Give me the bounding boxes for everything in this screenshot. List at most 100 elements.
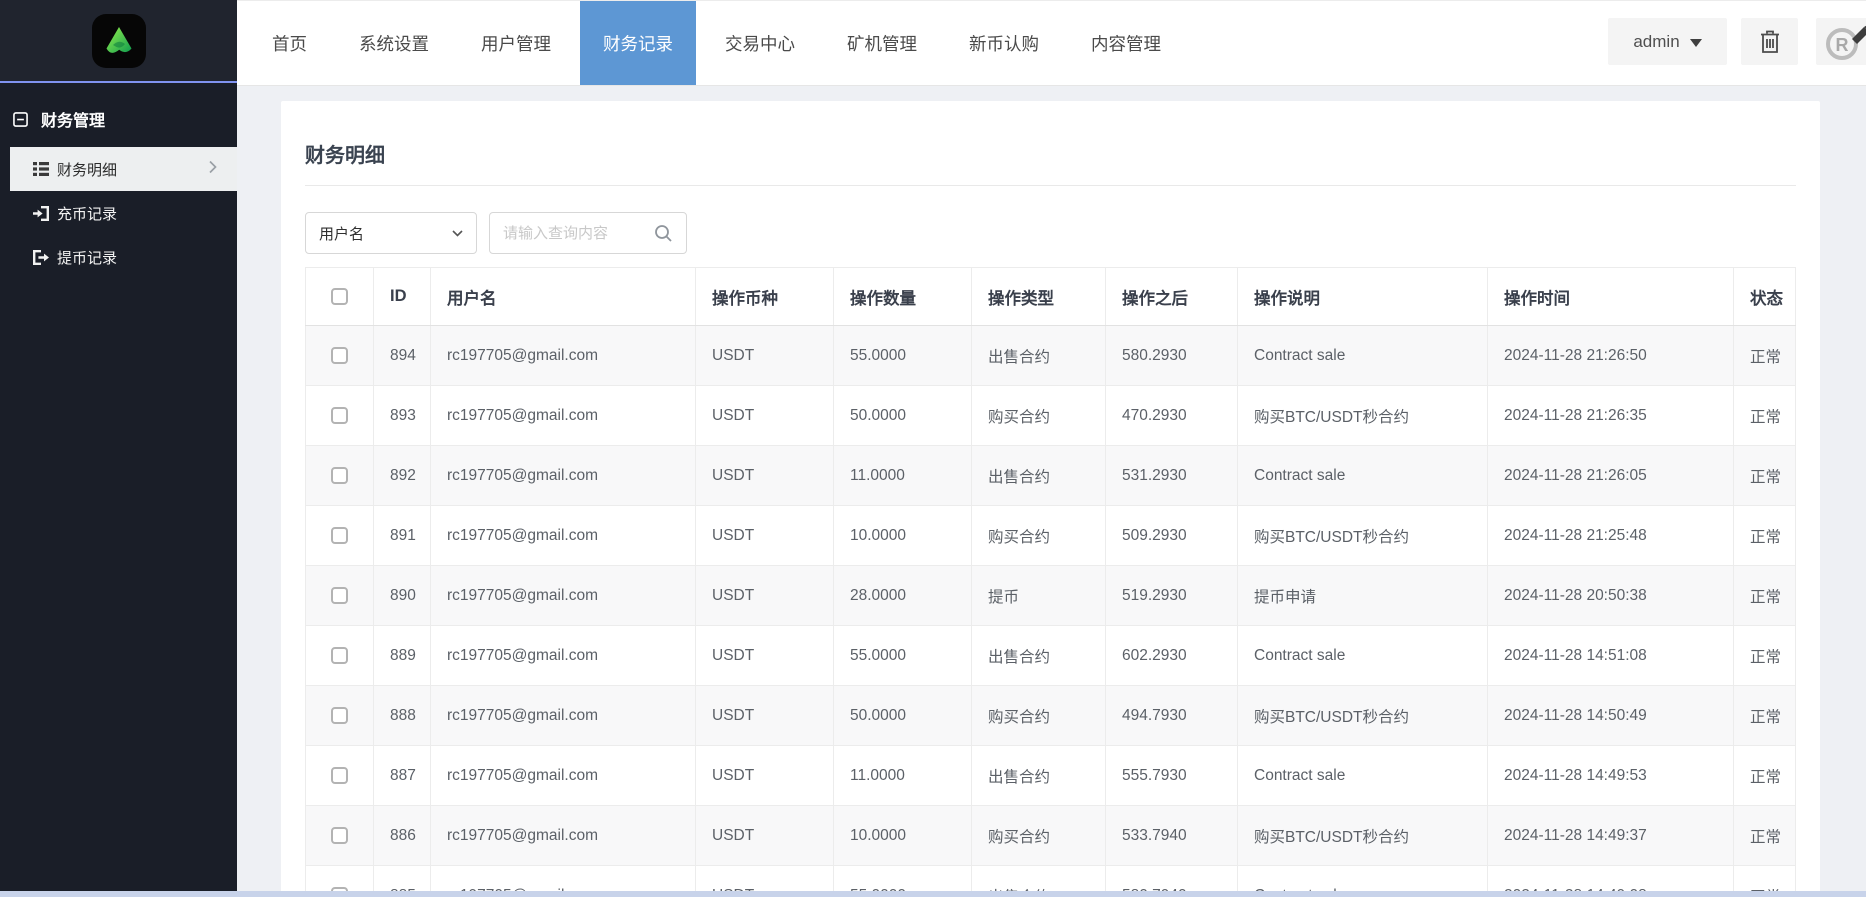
r-edit-button[interactable]: R	[1816, 18, 1866, 65]
row-checkbox[interactable]	[331, 647, 348, 664]
cell-note: Contract sale	[1238, 326, 1488, 386]
user-menu-button[interactable]: admin	[1608, 18, 1727, 65]
title-divider	[305, 185, 1796, 186]
collapse-minus-icon	[13, 112, 28, 127]
row-checkbox[interactable]	[331, 767, 348, 784]
row-checkbox[interactable]	[331, 407, 348, 424]
cell-coin: USDT	[696, 386, 834, 446]
cell-id: 893	[374, 386, 431, 446]
cell-coin: USDT	[696, 506, 834, 566]
chevron-down-icon	[452, 230, 463, 237]
logo-strip	[0, 0, 237, 83]
cell-type: 购买合约	[972, 386, 1106, 446]
table-header-row: ID用户名操作币种操作数量操作类型操作之后操作说明操作时间状态	[306, 268, 1796, 326]
cell-note: 购买BTC/USDT秒合约	[1238, 806, 1488, 866]
cell-coin: USDT	[696, 446, 834, 506]
cell-username: rc197705@gmail.com	[431, 806, 696, 866]
table-row: 891rc197705@gmail.comUSDT10.0000购买合约509.…	[306, 506, 1796, 566]
row-checkbox-cell	[306, 506, 374, 566]
cell-time: 2024-11-28 20:50:38	[1488, 566, 1734, 626]
sidebar-item-0[interactable]: 财务明细	[10, 147, 237, 191]
nav-tab-5[interactable]: 矿机管理	[824, 1, 940, 85]
table-row: 887rc197705@gmail.comUSDT11.0000出售合约555.…	[306, 746, 1796, 806]
row-checkbox[interactable]	[331, 707, 348, 724]
cell-note: 提币申请	[1238, 566, 1488, 626]
cell-username: rc197705@gmail.com	[431, 386, 696, 446]
sidebar-menu: 财务明细充币记录提币记录	[0, 147, 237, 279]
cell-amount: 28.0000	[834, 566, 972, 626]
table-row: 886rc197705@gmail.comUSDT10.0000购买合约533.…	[306, 806, 1796, 866]
caret-down-icon	[1690, 39, 1702, 47]
table-body: 894rc197705@gmail.comUSDT55.0000出售合约580.…	[306, 326, 1796, 897]
table-row: 889rc197705@gmail.comUSDT55.0000出售合约602.…	[306, 626, 1796, 686]
cell-username: rc197705@gmail.com	[431, 326, 696, 386]
column-header-5: 操作之后	[1106, 268, 1238, 326]
cell-id: 890	[374, 566, 431, 626]
cell-type: 出售合约	[972, 626, 1106, 686]
nav-tab-6[interactable]: 新币认购	[946, 1, 1062, 85]
sidebar: 财务管理 财务明细充币记录提币记录	[0, 0, 237, 897]
r-edit-icon: R	[1824, 23, 1866, 61]
select-all-checkbox[interactable]	[331, 288, 348, 305]
cell-amount: 10.0000	[834, 806, 972, 866]
row-checkbox[interactable]	[331, 347, 348, 364]
nav-tab-4[interactable]: 交易中心	[702, 1, 818, 85]
row-checkbox[interactable]	[331, 827, 348, 844]
sidebar-item-2[interactable]: 提币记录	[0, 235, 237, 279]
cell-status: 正常	[1734, 386, 1796, 446]
search-icon[interactable]	[654, 224, 673, 243]
cell-username: rc197705@gmail.com	[431, 506, 696, 566]
cell-note: Contract sale	[1238, 626, 1488, 686]
nav-tab-2[interactable]: 用户管理	[458, 1, 574, 85]
row-checkbox-cell	[306, 626, 374, 686]
horizontal-scrollbar[interactable]	[0, 891, 1866, 897]
cell-type: 出售合约	[972, 446, 1106, 506]
sidebar-item-1[interactable]: 充币记录	[0, 191, 237, 235]
column-header-2: 操作币种	[696, 268, 834, 326]
nav-tab-0[interactable]: 首页	[249, 1, 330, 85]
field-select[interactable]: 用户名	[305, 212, 477, 254]
cell-status: 正常	[1734, 566, 1796, 626]
cell-coin: USDT	[696, 686, 834, 746]
row-checkbox[interactable]	[331, 467, 348, 484]
row-checkbox[interactable]	[331, 527, 348, 544]
content-card: 财务明细 用户名	[281, 101, 1820, 897]
field-select-value: 用户名	[319, 223, 364, 244]
cell-amount: 55.0000	[834, 626, 972, 686]
sidebar-section-label: 财务管理	[41, 107, 105, 131]
column-header-0: ID	[374, 268, 431, 326]
cell-username: rc197705@gmail.com	[431, 626, 696, 686]
sidebar-section-finance[interactable]: 财务管理	[0, 91, 237, 147]
cell-after: 580.2930	[1106, 326, 1238, 386]
withdraw-icon	[33, 250, 49, 265]
cell-after: 470.2930	[1106, 386, 1238, 446]
cell-coin: USDT	[696, 806, 834, 866]
table-row: 888rc197705@gmail.comUSDT50.0000购买合约494.…	[306, 686, 1796, 746]
cell-type: 出售合约	[972, 746, 1106, 806]
cell-username: rc197705@gmail.com	[431, 566, 696, 626]
column-header-3: 操作数量	[834, 268, 972, 326]
row-checkbox-cell	[306, 566, 374, 626]
trash-icon	[1759, 30, 1781, 54]
table-row: 892rc197705@gmail.comUSDT11.0000出售合约531.…	[306, 446, 1796, 506]
row-checkbox-cell	[306, 326, 374, 386]
cell-status: 正常	[1734, 806, 1796, 866]
green-a-logo-icon	[101, 23, 137, 59]
trash-button[interactable]	[1741, 18, 1798, 65]
cell-status: 正常	[1734, 446, 1796, 506]
nav-tab-7[interactable]: 内容管理	[1068, 1, 1184, 85]
nav-tab-1[interactable]: 系统设置	[336, 1, 452, 85]
cell-after: 509.2930	[1106, 506, 1238, 566]
nav-tab-3[interactable]: 财务记录	[580, 1, 696, 85]
cell-id: 891	[374, 506, 431, 566]
sidebar-item-label: 提币记录	[57, 247, 117, 268]
row-checkbox-cell	[306, 746, 374, 806]
app-logo[interactable]	[92, 14, 146, 68]
column-header-7: 操作时间	[1488, 268, 1734, 326]
cell-type: 提币	[972, 566, 1106, 626]
cell-username: rc197705@gmail.com	[431, 686, 696, 746]
table-row: 893rc197705@gmail.comUSDT50.0000购买合约470.…	[306, 386, 1796, 446]
row-checkbox[interactable]	[331, 587, 348, 604]
search-input[interactable]	[503, 225, 654, 242]
chevron-right-icon	[209, 161, 217, 178]
